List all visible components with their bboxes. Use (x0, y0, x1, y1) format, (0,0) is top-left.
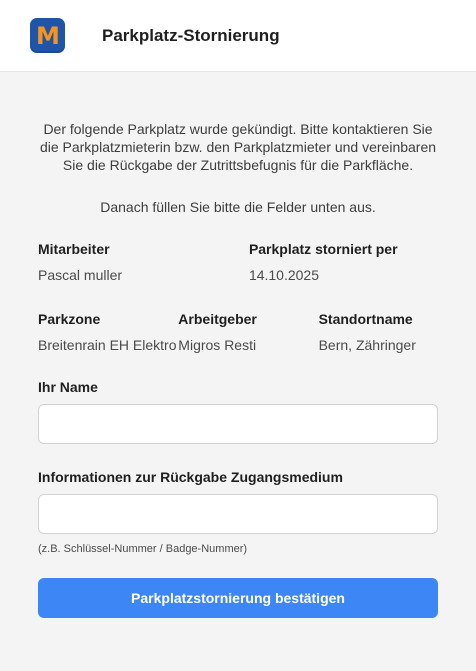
standort-label: Standortname (318, 311, 413, 327)
migros-logo-icon: M (30, 18, 65, 53)
storniert-block: Parkplatz storniert per 14.10.2025 (249, 240, 438, 284)
standort-value: Bern, Zähringer (318, 337, 416, 353)
app-header: M Parkplatz-Stornierung (0, 0, 476, 72)
medium-hint: (z.B. Schlüssel-Nummer / Badge-Nummer) (38, 543, 248, 555)
parkzone-block: Parkzone Breitenrain EH Elektro (38, 310, 178, 354)
name-input[interactable] (38, 404, 438, 444)
standort-block: Standortname Bern, Zähringer (319, 310, 438, 354)
intro-instruction: Danach füllen Sie bitte die Felder unten… (100, 199, 376, 215)
parkzone-value: Breitenrain EH Elektro (38, 337, 177, 353)
arbeitgeber-label: Arbeitgeber (178, 311, 257, 327)
mitarbeiter-label: Mitarbeiter (38, 241, 110, 257)
mitarbeiter-block: Mitarbeiter Pascal muller (38, 240, 249, 284)
intro-text: Der folgende Parkplatz wurde gekündigt. … (39, 121, 437, 173)
medium-input[interactable] (38, 494, 438, 534)
arbeitgeber-block: Arbeitgeber Migros Resti (178, 310, 318, 354)
medium-field-label: Informationen zur Rückgabe Zugangsmedium (38, 469, 343, 485)
storniert-value: 14.10.2025 (248, 267, 320, 283)
details-row-2: Parkzone Breitenrain EH Elektro Arbeitge… (38, 310, 438, 354)
logo-letter: M (36, 21, 60, 50)
page-title: Parkplatz-Stornierung (102, 25, 280, 45)
name-field-label: Ihr Name (38, 379, 98, 395)
storniert-label: Parkplatz storniert per (248, 241, 398, 257)
parkzone-label: Parkzone (38, 311, 101, 327)
details-row-1: Mitarbeiter Pascal muller Parkplatz stor… (38, 240, 438, 284)
confirm-cancellation-button[interactable]: Parkplatzstornierung bestätigen (38, 578, 438, 618)
arbeitgeber-value: Migros Resti (178, 337, 257, 353)
mitarbeiter-value: Pascal muller (38, 267, 123, 283)
